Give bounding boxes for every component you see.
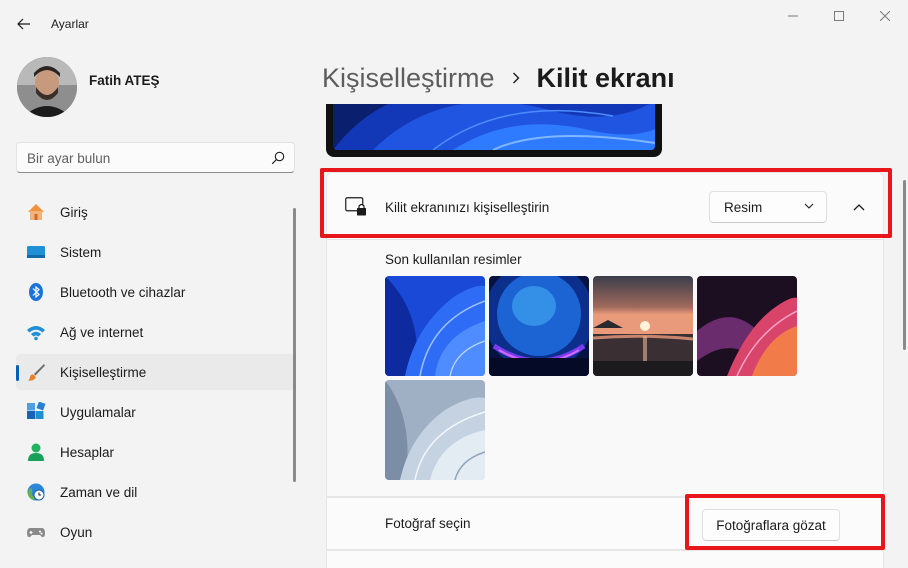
- choose-photo-row: Fotoğraf seçin Fotoğraflara gözat: [326, 497, 884, 550]
- wallpaper-purple-ribbon-image: [697, 276, 797, 376]
- sidebar-item-label: Zaman ve dil: [60, 485, 138, 500]
- search-icon[interactable]: [271, 151, 285, 165]
- sidebar-item-label: Oyun: [60, 525, 93, 540]
- back-arrow-icon: [17, 18, 30, 30]
- recent-image-thumbnail[interactable]: [385, 380, 485, 480]
- sidebar-item-label: Uygulamalar: [60, 405, 136, 420]
- browse-photos-button[interactable]: Fotoğraflara gözat: [702, 509, 840, 541]
- wallpaper-grey-bloom-image: [385, 380, 485, 480]
- sidebar-nav: Giriş Sistem Bluetooth ve cihazlar Ağ ve…: [16, 194, 295, 554]
- account-icon: [26, 442, 46, 462]
- sidebar-item-label: Ağ ve internet: [60, 325, 144, 340]
- next-settings-row: [326, 550, 884, 568]
- gamepad-icon: [26, 522, 46, 542]
- sidebar-item-label: Hesaplar: [60, 445, 115, 460]
- breadcrumb-parent[interactable]: Kişiselleştirme: [322, 63, 495, 94]
- lock-screen-icon: [345, 197, 366, 216]
- lockscreen-preview: [326, 104, 662, 157]
- maximize-button[interactable]: [816, 0, 862, 32]
- sidebar-item-apps[interactable]: Uygulamalar: [16, 394, 295, 430]
- recent-image-thumbnail[interactable]: [385, 276, 485, 376]
- wallpaper-blue-bloom-image: [385, 276, 485, 376]
- wallpaper-sunset-lake-image: [593, 276, 693, 376]
- close-icon: [880, 11, 890, 21]
- sidebar-item-label: Bluetooth ve cihazlar: [60, 285, 186, 300]
- apps-icon: [26, 402, 46, 422]
- page-title: Kilit ekranı: [536, 62, 675, 93]
- avatar[interactable]: [17, 57, 77, 117]
- content-scrollbar[interactable]: [903, 180, 906, 350]
- search-box[interactable]: [16, 142, 295, 173]
- recent-image-thumbnail[interactable]: [593, 276, 693, 376]
- sidebar-item-personalization[interactable]: Kişiselleştirme: [16, 354, 295, 390]
- choose-photo-label: Fotoğraf seçin: [385, 516, 471, 531]
- dropdown-value: Resim: [724, 200, 763, 215]
- content-area: Kilit ekranınızı kişiselleştirin Resim S…: [310, 104, 908, 568]
- search-input[interactable]: [27, 149, 257, 167]
- wifi-icon: [26, 322, 46, 342]
- user-name: Fatih ATEŞ: [89, 73, 160, 88]
- sidebar-item-bluetooth[interactable]: Bluetooth ve cihazlar: [16, 274, 295, 310]
- lockscreen-type-dropdown[interactable]: Resim: [709, 191, 827, 223]
- home-icon: [26, 202, 46, 222]
- sidebar-item-network[interactable]: Ağ ve internet: [16, 314, 295, 350]
- recent-image-thumbnail[interactable]: [697, 276, 797, 376]
- bluetooth-icon: [26, 282, 46, 302]
- sidebar-item-gaming[interactable]: Oyun: [16, 514, 295, 550]
- close-button[interactable]: [862, 0, 908, 32]
- maximize-icon: [834, 11, 844, 21]
- chevron-right-icon: [504, 72, 528, 84]
- lockscreen-personalize-label: Kilit ekranınızı kişiselleştirin: [385, 200, 550, 215]
- chevron-down-icon: [804, 203, 814, 209]
- system-icon: [26, 242, 46, 262]
- collapse-button[interactable]: [843, 191, 875, 223]
- minimize-button[interactable]: [770, 0, 816, 32]
- chevron-up-icon: [853, 204, 865, 211]
- back-button[interactable]: [10, 10, 38, 38]
- sidebar-item-time-language[interactable]: Zaman ve dil: [16, 474, 295, 510]
- recent-images-section: Son kullanılan resimler: [326, 240, 884, 497]
- profile-photo-icon: [17, 57, 77, 117]
- minimize-icon: [788, 15, 798, 17]
- sidebar-item-label: Kişiselleştirme: [60, 365, 147, 380]
- time-language-icon: [26, 482, 46, 502]
- recent-image-thumbnail[interactable]: [489, 276, 589, 376]
- sidebar-scrollbar[interactable]: [293, 208, 296, 482]
- sidebar-item-label: Giriş: [60, 205, 88, 220]
- app-title: Ayarlar: [51, 17, 89, 31]
- wallpaper-dark-orb-image: [489, 276, 589, 376]
- breadcrumb: Kişiselleştirme Kilit ekranı: [322, 58, 675, 98]
- sidebar-item-system[interactable]: Sistem: [16, 234, 295, 270]
- title-bar: Ayarlar: [0, 0, 908, 44]
- sidebar-item-home[interactable]: Giriş: [16, 194, 295, 230]
- sidebar-item-label: Sistem: [60, 245, 102, 260]
- sidebar-item-accounts[interactable]: Hesaplar: [16, 434, 295, 470]
- brush-icon: [26, 362, 46, 382]
- wallpaper-preview-image: [333, 104, 655, 150]
- lockscreen-personalize-card: Kilit ekranınızı kişiselleştirin Resim: [326, 172, 884, 240]
- recent-images-label: Son kullanılan resimler: [385, 252, 522, 267]
